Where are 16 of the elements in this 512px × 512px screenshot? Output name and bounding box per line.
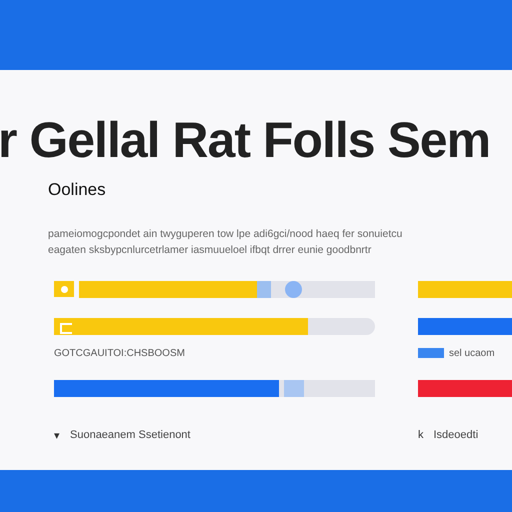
slider[interactable] — [79, 280, 375, 298]
section-title: Oolines — [48, 180, 106, 200]
description-text: eagaten sksbypcnlurcetrlamer iasmuueloel ifbqt drrer eunie goodbnrtr — [48, 243, 372, 258]
caption-text: Suonaeanem Ssetienont — [70, 429, 190, 441]
description-text: pameiomogcpondet ain twyguperen tow lpe adi6gci/nood haeq fer sonuietcu — [48, 227, 402, 242]
bracket-icon — [60, 322, 72, 334]
slider-handle[interactable] — [256, 280, 271, 298]
bar-label: GOTCGAUITOI:CHSBOOSM — [54, 348, 185, 358]
chip-icon — [418, 348, 444, 358]
bar-label: sel ucaom — [449, 348, 495, 358]
segment-marker — [284, 380, 304, 396]
page-heading: r Gellal Rat Folls Sem — [0, 111, 490, 168]
slider-thumb[interactable] — [284, 280, 302, 298]
caret-icon[interactable]: k — [418, 429, 424, 441]
caret-icon[interactable]: ▾ — [54, 428, 60, 442]
caption-text: Isdeoedti — [434, 429, 478, 441]
